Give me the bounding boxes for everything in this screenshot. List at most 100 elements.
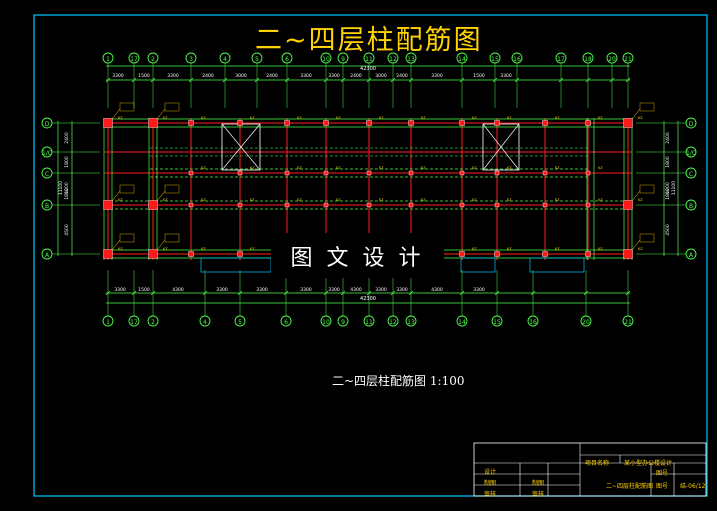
scale-caption-ratio: 1:100 bbox=[429, 374, 465, 388]
tb-project-label: 项目名称 bbox=[585, 460, 610, 467]
column bbox=[237, 202, 243, 208]
grid-label-bottom: 21 bbox=[624, 319, 632, 326]
column-tag: KZ bbox=[507, 198, 512, 202]
dim-value-top: 3300 bbox=[328, 73, 340, 79]
grid-label-top: 21 bbox=[624, 56, 632, 63]
grid-label-top: 16 bbox=[513, 56, 521, 63]
column bbox=[188, 202, 194, 208]
column bbox=[459, 251, 465, 257]
grid-label-right: B bbox=[689, 203, 693, 210]
dim-value-bottom: 3300 bbox=[114, 287, 126, 293]
column bbox=[585, 170, 591, 176]
dim-value-bottom: 4300 bbox=[172, 287, 184, 293]
column bbox=[237, 120, 243, 126]
column bbox=[366, 170, 372, 176]
dim-value-top: 2400 bbox=[396, 73, 408, 79]
column bbox=[494, 120, 500, 126]
column-tag: KZ bbox=[250, 166, 255, 170]
column-tag: KZ bbox=[163, 247, 168, 251]
column-tag: KZ bbox=[472, 247, 477, 251]
column-tag: KZ bbox=[555, 166, 560, 170]
column bbox=[494, 170, 500, 176]
callout-box bbox=[164, 102, 180, 112]
column bbox=[459, 170, 465, 176]
column bbox=[366, 120, 372, 126]
title-block bbox=[473, 442, 707, 497]
grid-label-bottom: 15 bbox=[493, 319, 501, 326]
column bbox=[408, 120, 414, 126]
column-tag: KZ bbox=[118, 116, 123, 120]
grid-label-top: 18 bbox=[584, 56, 592, 63]
dim-value-top: 2400 bbox=[202, 73, 214, 79]
column bbox=[585, 120, 591, 126]
column-tag: KZ bbox=[421, 166, 426, 170]
grid-label-bottom: 17 bbox=[130, 319, 138, 326]
callout-box bbox=[639, 102, 655, 112]
dim-value-top: 1500 bbox=[138, 73, 150, 79]
column-tag: KZ bbox=[421, 116, 426, 120]
column-tag: KZ bbox=[555, 116, 560, 120]
scale-caption-label: 二~四层柱配筋图 bbox=[332, 374, 427, 388]
column-tag: KZ bbox=[379, 116, 384, 120]
grid-label-top: 9 bbox=[341, 56, 345, 63]
column-tag: KZ bbox=[250, 116, 255, 120]
column bbox=[237, 251, 243, 257]
dim-value-right: 1800 bbox=[665, 156, 671, 168]
column bbox=[542, 251, 548, 257]
grid-label-right: C bbox=[689, 171, 693, 178]
dim-value-top: 3000 bbox=[375, 73, 387, 79]
grid-label-top: 4 bbox=[223, 56, 227, 63]
column bbox=[323, 202, 329, 208]
column-tag: KZ bbox=[507, 166, 512, 170]
column-tag: KZ bbox=[507, 247, 512, 251]
column bbox=[323, 120, 329, 126]
column-tag: KZ bbox=[638, 247, 643, 251]
column bbox=[148, 200, 158, 210]
column-tag: KZ bbox=[201, 166, 206, 170]
column bbox=[103, 200, 113, 210]
column bbox=[494, 251, 500, 257]
column bbox=[188, 251, 194, 257]
column-tag: KZ bbox=[598, 247, 603, 251]
drawing-title: 二~四层柱配筋图 bbox=[255, 25, 483, 56]
dim-value-left: 2400 bbox=[64, 132, 70, 144]
grid-label-bottom: 5 bbox=[238, 319, 242, 326]
column-tag: KZ bbox=[638, 116, 643, 120]
grid-label-top: 12 bbox=[389, 56, 397, 63]
dim-total-right: 11100 bbox=[671, 181, 677, 195]
grid-label-bottom: 20 bbox=[582, 319, 590, 326]
dim-value-top: 3300 bbox=[167, 73, 179, 79]
grid-label-bottom: 13 bbox=[407, 319, 415, 326]
grid-label-top: 1 bbox=[106, 56, 110, 63]
column-tag: KZ bbox=[555, 198, 560, 202]
column bbox=[148, 118, 158, 128]
dim-value-left: 1800 bbox=[64, 156, 70, 168]
column-tag: KZ bbox=[555, 247, 560, 251]
dim-value-left: 1800 bbox=[64, 188, 70, 200]
column-tag: KZ bbox=[118, 247, 123, 251]
column-tag: KZ bbox=[118, 198, 123, 202]
dim-value-top: 2400 bbox=[266, 73, 278, 79]
column-tag: KZ bbox=[297, 116, 302, 120]
dim-value-top: 3300 bbox=[112, 73, 124, 79]
dim-value-bottom: 4300 bbox=[431, 287, 443, 293]
watermark: 图文设计 bbox=[271, 233, 444, 278]
callout-box bbox=[119, 102, 135, 112]
column bbox=[623, 118, 633, 128]
column bbox=[542, 120, 548, 126]
column bbox=[323, 170, 329, 176]
tb-drawing-name: 二~四层柱配筋图 bbox=[606, 483, 654, 490]
column bbox=[103, 118, 113, 128]
dim-value-top: 3300 bbox=[431, 73, 443, 79]
column-tag: KZ bbox=[598, 116, 603, 120]
column bbox=[585, 202, 591, 208]
grid-label-left: 1/C bbox=[42, 150, 52, 157]
dim-value-bottom: 1500 bbox=[138, 287, 150, 293]
column bbox=[542, 202, 548, 208]
tb-drawn-label-2: 制图 bbox=[532, 480, 545, 487]
grid-label-top: 11 bbox=[365, 56, 373, 63]
column bbox=[585, 251, 591, 257]
grid-label-bottom: 12 bbox=[389, 319, 397, 326]
column bbox=[623, 249, 633, 259]
column bbox=[366, 202, 372, 208]
